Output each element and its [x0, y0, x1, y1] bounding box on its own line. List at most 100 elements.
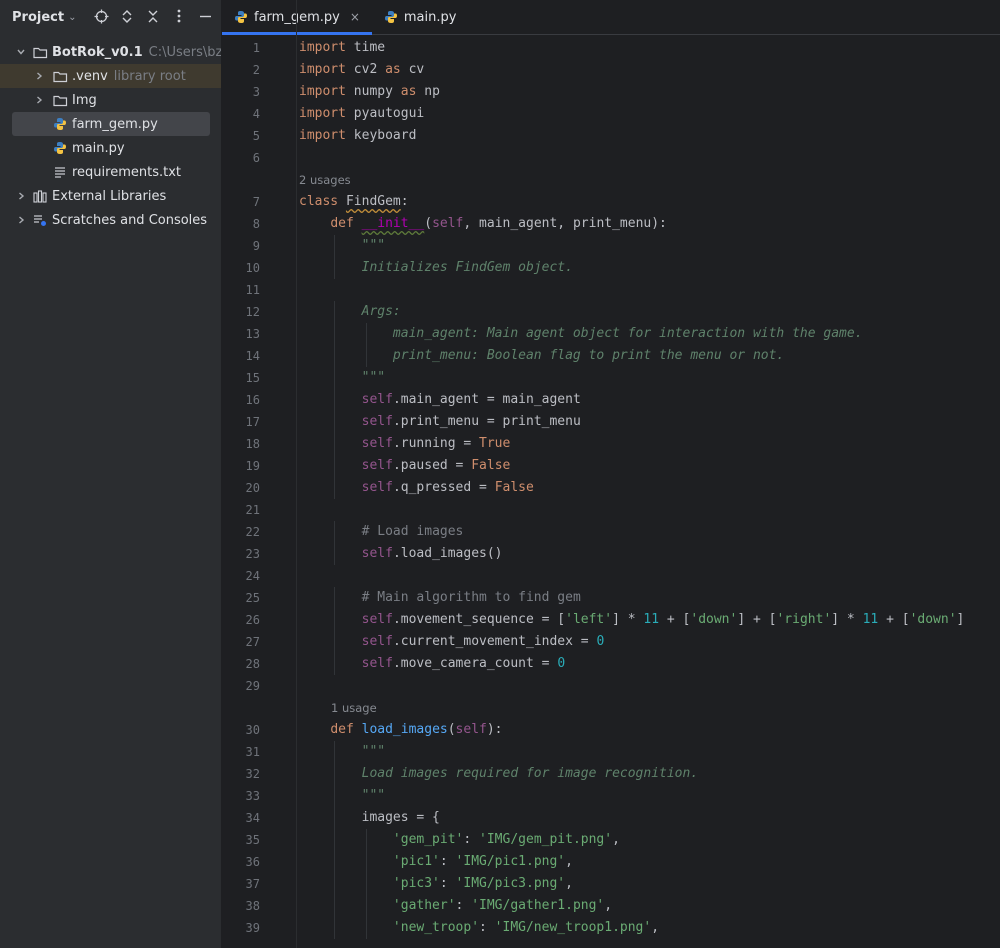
code-line[interactable]: 22 # Load images [222, 521, 1000, 543]
code-line[interactable]: 27 self.current_movement_index = 0 [222, 631, 1000, 653]
code-line[interactable]: 9 """ [222, 235, 1000, 257]
chevron-right-icon[interactable] [32, 93, 46, 107]
line-number: 17 [245, 415, 260, 429]
minimize-icon[interactable] [197, 8, 213, 24]
line-number: 25 [245, 591, 260, 605]
code-line[interactable]: 34 images = { [222, 807, 1000, 829]
code-line[interactable]: 16 self.main_agent = main_agent [222, 389, 1000, 411]
line-number: 20 [245, 481, 260, 495]
editor-panel: farm_gem.py × main.py 1 import time 2 impor… [222, 0, 1000, 948]
code-text: 'gather': 'IMG/gather1.png', [392, 898, 613, 913]
code-line[interactable]: 28 self.move_camera_count = 0 [222, 653, 1000, 675]
tree-item-img[interactable]: Img [0, 88, 221, 112]
usage-hint-text[interactable]: 2 usages [299, 169, 351, 191]
code-area[interactable]: 1 import time 2 import cv2 as cv 3 import num… [222, 37, 1000, 939]
code-line[interactable]: 3 import numpy as np [222, 81, 1000, 103]
code-line[interactable]: 20 self.q_pressed = False [222, 477, 1000, 499]
code-line[interactable]: 23 self.load_images() [222, 543, 1000, 565]
more-options-icon[interactable] [171, 8, 187, 24]
code-line[interactable]: 11 [222, 279, 1000, 301]
tab-main[interactable]: main.py [372, 0, 469, 34]
usage-hint-text[interactable]: 1 usage [331, 697, 377, 719]
code-line[interactable]: 14 print_menu: Boolean flag to print the… [222, 345, 1000, 367]
chevron-right-icon[interactable] [14, 189, 28, 203]
chevron-right-icon[interactable] [32, 69, 46, 83]
line-number: 7 [252, 195, 260, 209]
line-number: 18 [245, 437, 260, 451]
code-line[interactable]: 25 # Main algorithm to find gem [222, 587, 1000, 609]
close-icon[interactable]: × [350, 10, 360, 24]
line-number: 33 [245, 789, 260, 803]
code-line[interactable]: 13 main_agent: Main agent object for int… [222, 323, 1000, 345]
line-number: 34 [245, 811, 260, 825]
code-line[interactable]: 4 import pyautogui [222, 103, 1000, 125]
line-number: 27 [245, 635, 260, 649]
tree-item-external-libraries[interactable]: External Libraries [0, 184, 221, 208]
usage-hint[interactable]: 1 usage [222, 697, 1000, 719]
code-text: self.movement_sequence = ['left'] * 11 +… [361, 612, 965, 627]
code-line[interactable]: 7 class FindGem: [222, 191, 1000, 213]
line-number: 6 [252, 151, 260, 165]
code-line[interactable]: 38 'gather': 'IMG/gather1.png', [222, 895, 1000, 917]
locate-icon[interactable] [93, 8, 109, 24]
code-text: import time [299, 40, 386, 55]
tree-item-requirements[interactable]: requirements.txt [0, 160, 221, 184]
code-line[interactable]: 32 Load images required for image recogn… [222, 763, 1000, 785]
code-line[interactable]: 5 import keyboard [222, 125, 1000, 147]
code-line[interactable]: 36 'pic1': 'IMG/pic1.png', [222, 851, 1000, 873]
code-text: """ [299, 788, 386, 803]
code-line[interactable]: 15 """ [222, 367, 1000, 389]
code-text: import pyautogui [299, 106, 425, 121]
tree-item-venv[interactable]: .venv library root [0, 64, 221, 88]
code-text: """ [299, 238, 386, 253]
line-number: 3 [252, 85, 260, 99]
tree-item-farm-gem[interactable]: farm_gem.py [12, 112, 210, 136]
code-line[interactable]: 35 'gem_pit': 'IMG/gem_pit.png', [222, 829, 1000, 851]
code-text: self.q_pressed = False [361, 480, 534, 495]
tree-item-label: requirements.txt [72, 164, 182, 180]
usage-hint[interactable]: 2 usages [222, 169, 1000, 191]
project-panel: Project ⌄ BotRok_v0.1 C:\Users\bz .venv … [0, 0, 222, 948]
code-line[interactable]: 6 [222, 147, 1000, 169]
code-line[interactable]: 2 import cv2 as cv [222, 59, 1000, 81]
line-number: 35 [245, 833, 260, 847]
code-line[interactable]: 30 def load_images(self): [222, 719, 1000, 741]
tree-item-main[interactable]: main.py [0, 136, 221, 160]
collapse-all-icon[interactable] [145, 8, 161, 24]
code-line[interactable]: 26 self.movement_sequence = ['left'] * 1… [222, 609, 1000, 631]
line-number: 30 [245, 723, 260, 737]
code-line[interactable]: 18 self.running = True [222, 433, 1000, 455]
code-line[interactable]: 10 Initializes FindGem object. [222, 257, 1000, 279]
tree-item-scratches[interactable]: Scratches and Consoles [0, 208, 221, 232]
code-line[interactable]: 17 self.print_menu = print_menu [222, 411, 1000, 433]
code-line[interactable]: 12 Args: [222, 301, 1000, 323]
chevron-down-icon[interactable] [14, 45, 28, 59]
code-line[interactable]: 8 def __init__(self, main_agent, print_m… [222, 213, 1000, 235]
code-line[interactable]: 37 'pic3': 'IMG/pic3.png', [222, 873, 1000, 895]
python-file-icon [52, 140, 68, 156]
code-line[interactable]: 21 [222, 499, 1000, 521]
code-line[interactable]: 19 self.paused = False [222, 455, 1000, 477]
code-text: images = { [299, 810, 440, 825]
expand-all-icon[interactable] [119, 8, 135, 24]
code-line[interactable]: 29 [222, 675, 1000, 697]
chevron-down-icon[interactable]: ⌄ [68, 12, 76, 23]
line-number: 28 [245, 657, 260, 671]
code-line[interactable]: 1 import time [222, 37, 1000, 59]
code-text: class FindGem: [299, 194, 409, 209]
code-line[interactable]: 24 [222, 565, 1000, 587]
tree-item-path: C:\Users\bzac [148, 44, 222, 60]
chevron-right-icon[interactable] [14, 213, 28, 227]
code-text: 'gem_pit': 'IMG/gem_pit.png', [392, 832, 620, 847]
code-line[interactable]: 31 """ [222, 741, 1000, 763]
project-panel-title[interactable]: Project [12, 10, 64, 25]
project-panel-toolbar [93, 8, 213, 24]
code-line[interactable]: 39 'new_troop': 'IMG/new_troop1.png', [222, 917, 1000, 939]
code-line[interactable]: 33 """ [222, 785, 1000, 807]
tree-item-project-root[interactable]: BotRok_v0.1 C:\Users\bzac [0, 40, 221, 64]
line-number: 1 [252, 41, 260, 55]
line-number: 10 [245, 261, 260, 275]
line-number: 5 [252, 129, 260, 143]
line-number: 9 [252, 239, 260, 253]
code-text: Load images required for image recogniti… [299, 766, 699, 781]
